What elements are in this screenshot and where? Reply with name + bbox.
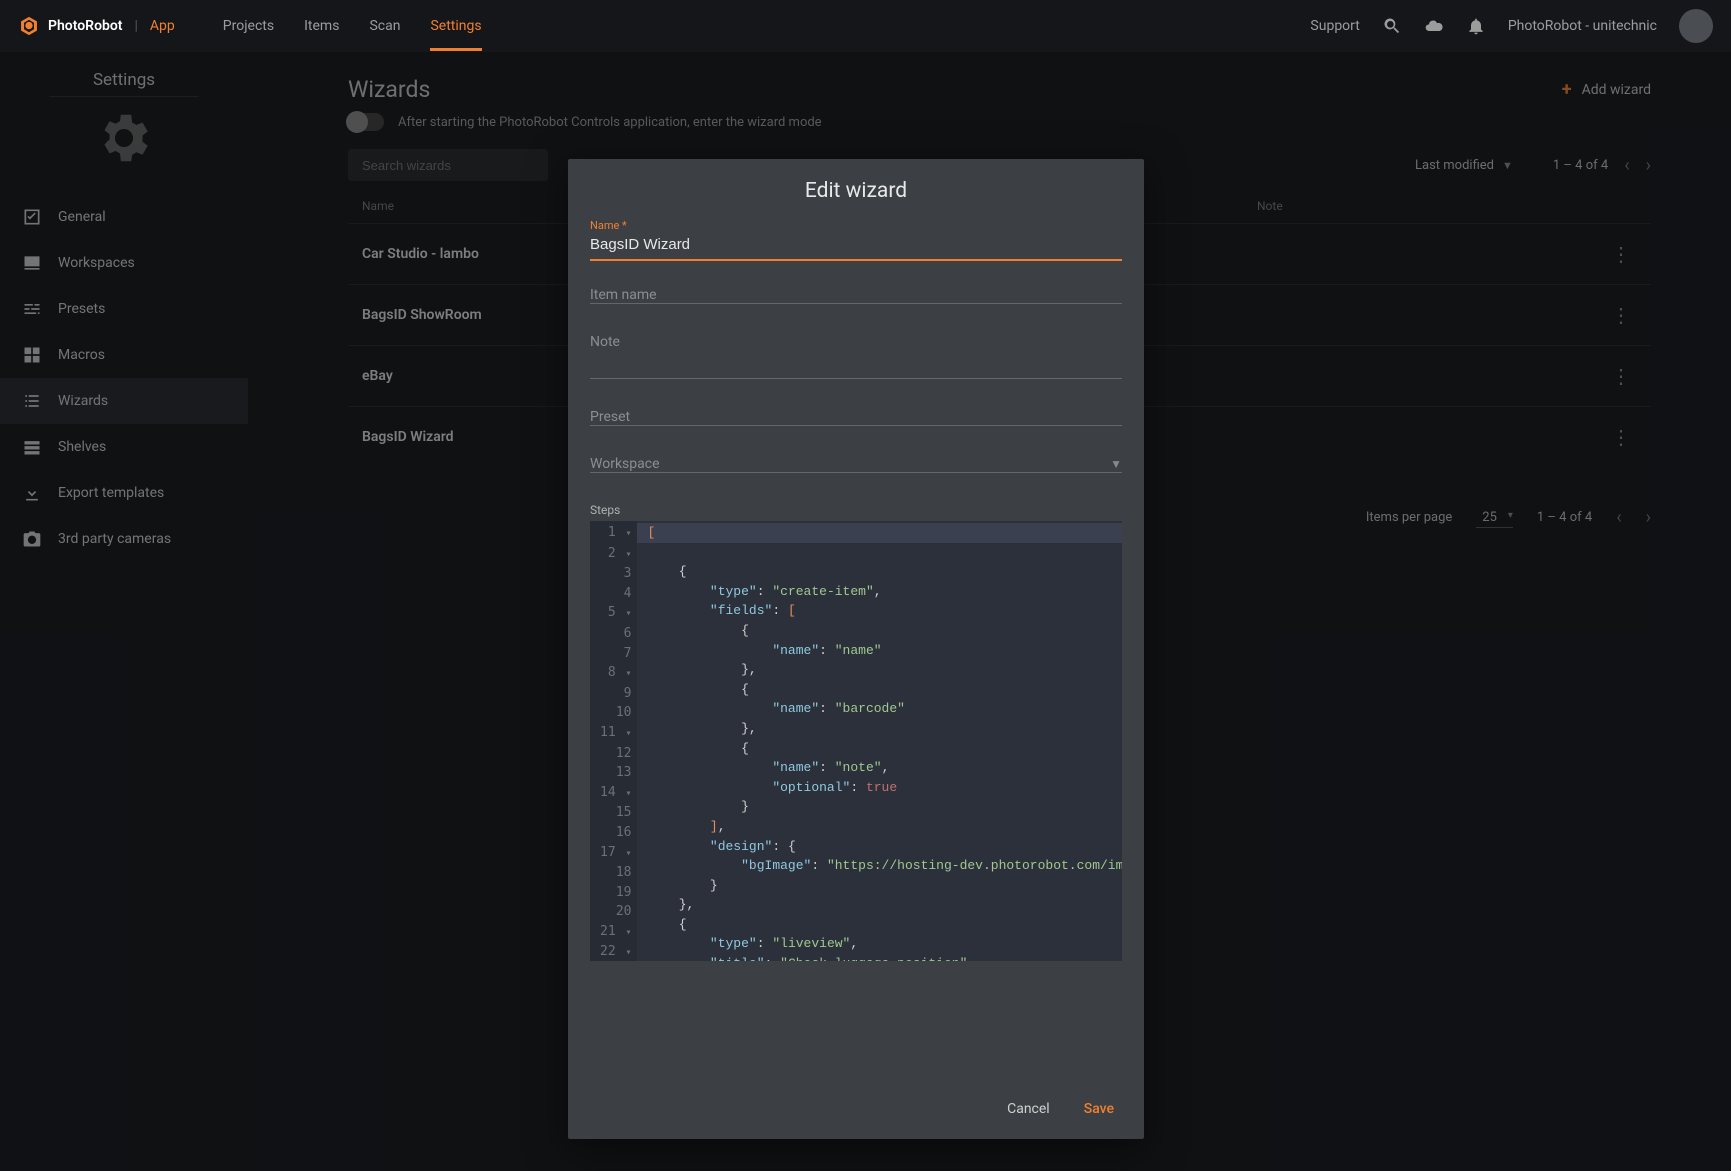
topnav: Projects Items Scan Settings xyxy=(223,2,482,50)
modal-title: Edit wizard xyxy=(568,159,1144,219)
support-link[interactable]: Support xyxy=(1310,18,1359,34)
steps-label: Steps xyxy=(590,503,1122,517)
topnav-projects[interactable]: Projects xyxy=(223,2,274,50)
topnav-settings[interactable]: Settings xyxy=(430,2,481,50)
name-label: Name * xyxy=(590,219,1122,232)
workspace-label: Workspace xyxy=(590,456,660,472)
item-name-label: Item name xyxy=(590,287,1122,303)
edit-wizard-modal: Edit wizard Name * Item name Note Preset… xyxy=(568,159,1144,1139)
bell-icon[interactable] xyxy=(1466,16,1486,36)
user-name[interactable]: PhotoRobot - unitechnic xyxy=(1508,18,1657,34)
brand-name: PhotoRobot xyxy=(48,18,123,34)
topbar-right: Support PhotoRobot - unitechnic xyxy=(1310,9,1713,43)
note-field[interactable]: Note xyxy=(590,334,1122,379)
topbar: PhotoRobot | App Projects Items Scan Set… xyxy=(0,0,1731,52)
code-body[interactable]: [ { "type": "create-item", "fields": [ {… xyxy=(637,521,1122,961)
item-name-field[interactable]: Item name xyxy=(590,287,1122,304)
logo-hex-icon xyxy=(18,15,40,37)
brand-logo: PhotoRobot | App xyxy=(18,15,175,37)
name-field[interactable]: Name * xyxy=(590,219,1122,261)
topnav-scan[interactable]: Scan xyxy=(369,2,400,50)
cloud-icon[interactable] xyxy=(1424,16,1444,36)
preset-label: Preset xyxy=(590,409,1122,425)
name-input[interactable] xyxy=(590,232,1122,259)
note-label: Note xyxy=(590,334,1122,350)
save-button[interactable]: Save xyxy=(1084,1101,1114,1117)
workspace-field[interactable]: Workspace ▼ xyxy=(590,456,1122,473)
preset-field[interactable]: Preset xyxy=(590,409,1122,426)
brand-divider: | xyxy=(135,18,138,34)
topnav-items[interactable]: Items xyxy=(304,2,339,50)
code-gutter: 1 ▾ 2 ▾ 3 4 5 ▾ 6 7 8 ▾ 9 10 11 ▾ 12 13 … xyxy=(590,521,637,961)
steps-code-editor[interactable]: 1 ▾ 2 ▾ 3 4 5 ▾ 6 7 8 ▾ 9 10 11 ▾ 12 13 … xyxy=(590,521,1122,961)
chevron-down-icon: ▼ xyxy=(1110,457,1122,471)
cancel-button[interactable]: Cancel xyxy=(1007,1101,1050,1117)
search-icon[interactable] xyxy=(1382,16,1402,36)
avatar[interactable] xyxy=(1679,9,1713,43)
brand-suffix: App xyxy=(150,18,175,34)
